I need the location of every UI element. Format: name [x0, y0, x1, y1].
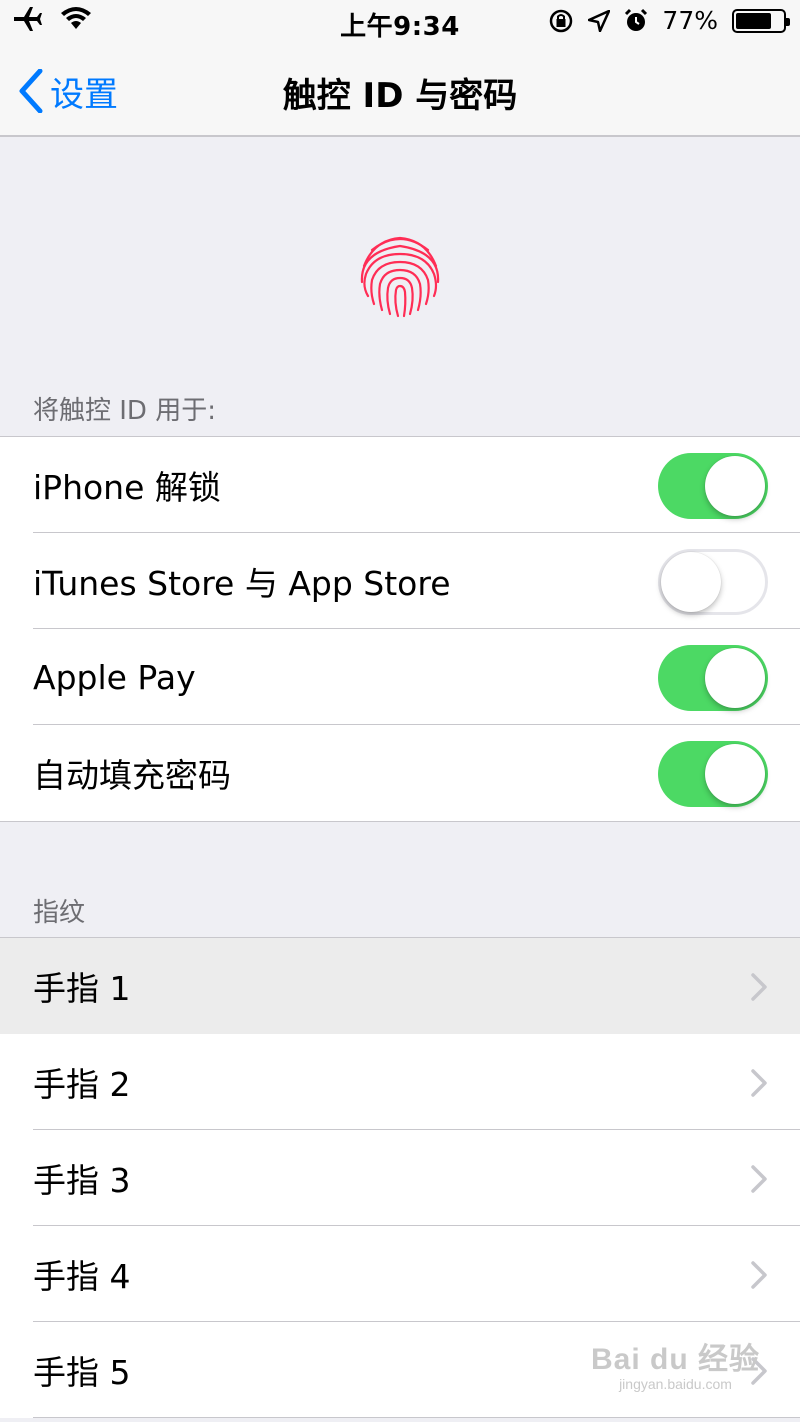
- divider: [33, 1417, 800, 1418]
- list-item-iphone-unlock: iPhone 解锁: [0, 437, 800, 533]
- row-label: 手指 3: [33, 1161, 131, 1200]
- itunes-app-store-toggle[interactable]: [658, 549, 768, 615]
- location-icon: [588, 9, 611, 32]
- section-header-fingerprints: 指纹: [33, 898, 86, 928]
- rotation-lock-icon: [550, 9, 573, 32]
- row-label: 自动填充密码: [33, 756, 231, 795]
- toggle-knob: [705, 744, 765, 804]
- touch-id-group: iPhone 解锁 iTunes Store 与 App Store Apple…: [0, 436, 800, 822]
- watermark: Bai du 经验 jingyan.baidu.com: [591, 1334, 760, 1392]
- chevron-right-icon: [751, 1069, 767, 1097]
- status-bar: 上午9:34 77%: [0, 0, 800, 44]
- section-header-touch-id: 将触控 ID 用于:: [33, 396, 216, 426]
- toggle-knob: [661, 552, 721, 612]
- row-label: 手指 4: [33, 1257, 131, 1296]
- battery-percent: 77%: [662, 6, 718, 35]
- list-item-itunes-app-store: iTunes Store 与 App Store: [0, 533, 800, 629]
- watermark-sub: jingyan.baidu.com: [619, 1376, 732, 1392]
- apple-pay-toggle[interactable]: [658, 645, 768, 711]
- fingerprint-icon: [360, 236, 440, 318]
- fingerprint-banner: [0, 137, 800, 377]
- battery-icon: [732, 8, 790, 33]
- autofill-passwords-toggle[interactable]: [658, 741, 768, 807]
- list-item-autofill-passwords: 自动填充密码: [0, 725, 800, 821]
- finger-item-3[interactable]: 手指 3: [0, 1130, 800, 1226]
- row-label: iTunes Store 与 App Store: [33, 564, 451, 603]
- battery-fill: [736, 12, 772, 29]
- toggle-knob: [705, 456, 765, 516]
- chevron-right-icon: [751, 1165, 767, 1193]
- chevron-right-icon: [751, 973, 767, 1001]
- row-label: 手指 2: [33, 1065, 131, 1104]
- row-label: 手指 1: [33, 969, 131, 1008]
- chevron-right-icon: [751, 1261, 767, 1289]
- row-label: 手指 5: [33, 1353, 131, 1392]
- finger-item-1[interactable]: 手指 1: [0, 938, 800, 1034]
- row-label: iPhone 解锁: [33, 468, 221, 507]
- page-title: 触控 ID 与密码: [282, 76, 518, 116]
- row-label: Apple Pay: [33, 657, 196, 697]
- finger-item-2[interactable]: 手指 2: [0, 1034, 800, 1130]
- iphone-unlock-toggle[interactable]: [658, 453, 768, 519]
- watermark-main: Bai du 经验: [590, 1343, 760, 1376]
- toggle-knob: [705, 648, 765, 708]
- finger-item-4[interactable]: 手指 4: [0, 1226, 800, 1322]
- list-item-apple-pay: Apple Pay: [0, 629, 800, 725]
- battery-tip: [786, 17, 790, 26]
- alarm-icon: [625, 8, 648, 31]
- nav-bar: 设置 触控 ID 与密码: [0, 44, 800, 137]
- status-right: 77%: [548, 6, 790, 35]
